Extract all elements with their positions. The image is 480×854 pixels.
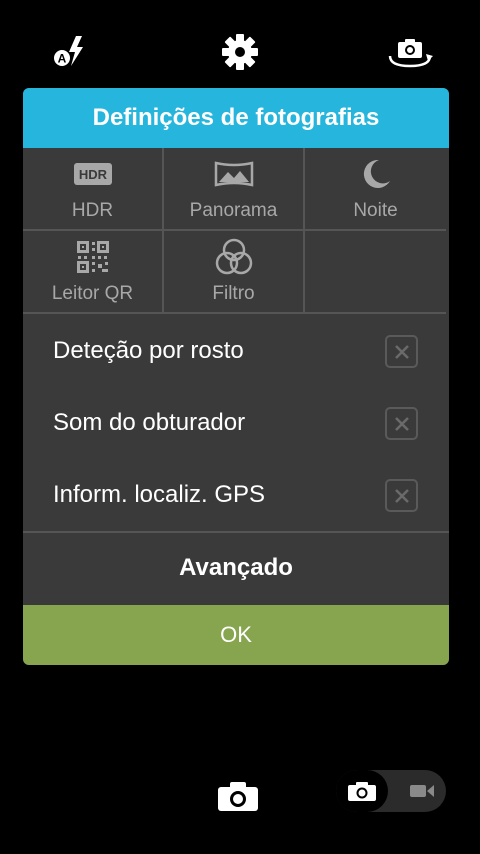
dialog-title: Definições de fotografias xyxy=(92,104,380,131)
settings-gear-icon[interactable] xyxy=(215,32,265,72)
bottom-toolbar xyxy=(0,760,480,830)
toggle-shutter-sound[interactable]: Som do obturador xyxy=(23,387,449,459)
moon-icon xyxy=(305,154,446,194)
close-x-icon xyxy=(394,416,409,431)
photo-video-toggle[interactable] xyxy=(336,770,446,812)
advanced-button[interactable]: Avançado xyxy=(23,531,449,603)
toggle-face-detection[interactable]: Deteção por rosto xyxy=(23,315,449,387)
flash-auto-icon[interactable]: A xyxy=(46,32,96,72)
mode-hdr[interactable]: HDR HDR xyxy=(23,148,164,231)
face-detection-checkbox[interactable] xyxy=(385,335,418,368)
mode-label: Filtro xyxy=(212,283,255,304)
ok-button[interactable]: OK xyxy=(23,605,449,665)
video-mode-icon[interactable] xyxy=(398,770,446,812)
photo-settings-dialog: Definições de fotografias HDR HDR Panora… xyxy=(23,88,449,665)
photo-mode-icon[interactable] xyxy=(336,770,388,812)
qr-code-icon xyxy=(23,237,162,277)
toggle-label: Deteção por rosto xyxy=(53,337,244,364)
mode-label: Leitor QR xyxy=(51,283,134,304)
shutter-sound-checkbox[interactable] xyxy=(385,407,418,440)
svg-text:HDR: HDR xyxy=(78,167,107,182)
svg-text:A: A xyxy=(58,52,67,66)
panorama-icon xyxy=(164,154,303,194)
mode-label: Panorama xyxy=(189,200,278,221)
mode-panorama[interactable]: Panorama xyxy=(164,148,305,231)
switch-camera-icon[interactable] xyxy=(385,32,435,72)
toggle-gps-info[interactable]: Inform. localiz. GPS xyxy=(23,459,449,531)
hdr-icon: HDR xyxy=(23,154,162,194)
gps-info-checkbox[interactable] xyxy=(385,479,418,512)
top-toolbar: A xyxy=(0,0,480,90)
close-x-icon xyxy=(394,344,409,359)
mode-grid: HDR HDR Panorama Noite Leitor QR Filtro xyxy=(23,148,449,315)
mode-empty-slot xyxy=(305,231,446,314)
ok-label: OK xyxy=(220,622,252,647)
mode-label: Noite xyxy=(353,200,398,221)
toggle-label: Inform. localiz. GPS xyxy=(53,481,266,508)
mode-label: HDR xyxy=(71,200,114,221)
mode-qr-reader[interactable]: Leitor QR xyxy=(23,231,164,314)
shutter-camera-icon[interactable] xyxy=(214,776,262,816)
mode-filter[interactable]: Filtro xyxy=(164,231,305,314)
dialog-header: Definições de fotografias xyxy=(23,88,449,148)
advanced-label: Avançado xyxy=(179,554,293,581)
filter-icon xyxy=(164,237,303,277)
mode-night[interactable]: Noite xyxy=(305,148,446,231)
toggle-label: Som do obturador xyxy=(53,409,246,436)
close-x-icon xyxy=(394,488,409,503)
